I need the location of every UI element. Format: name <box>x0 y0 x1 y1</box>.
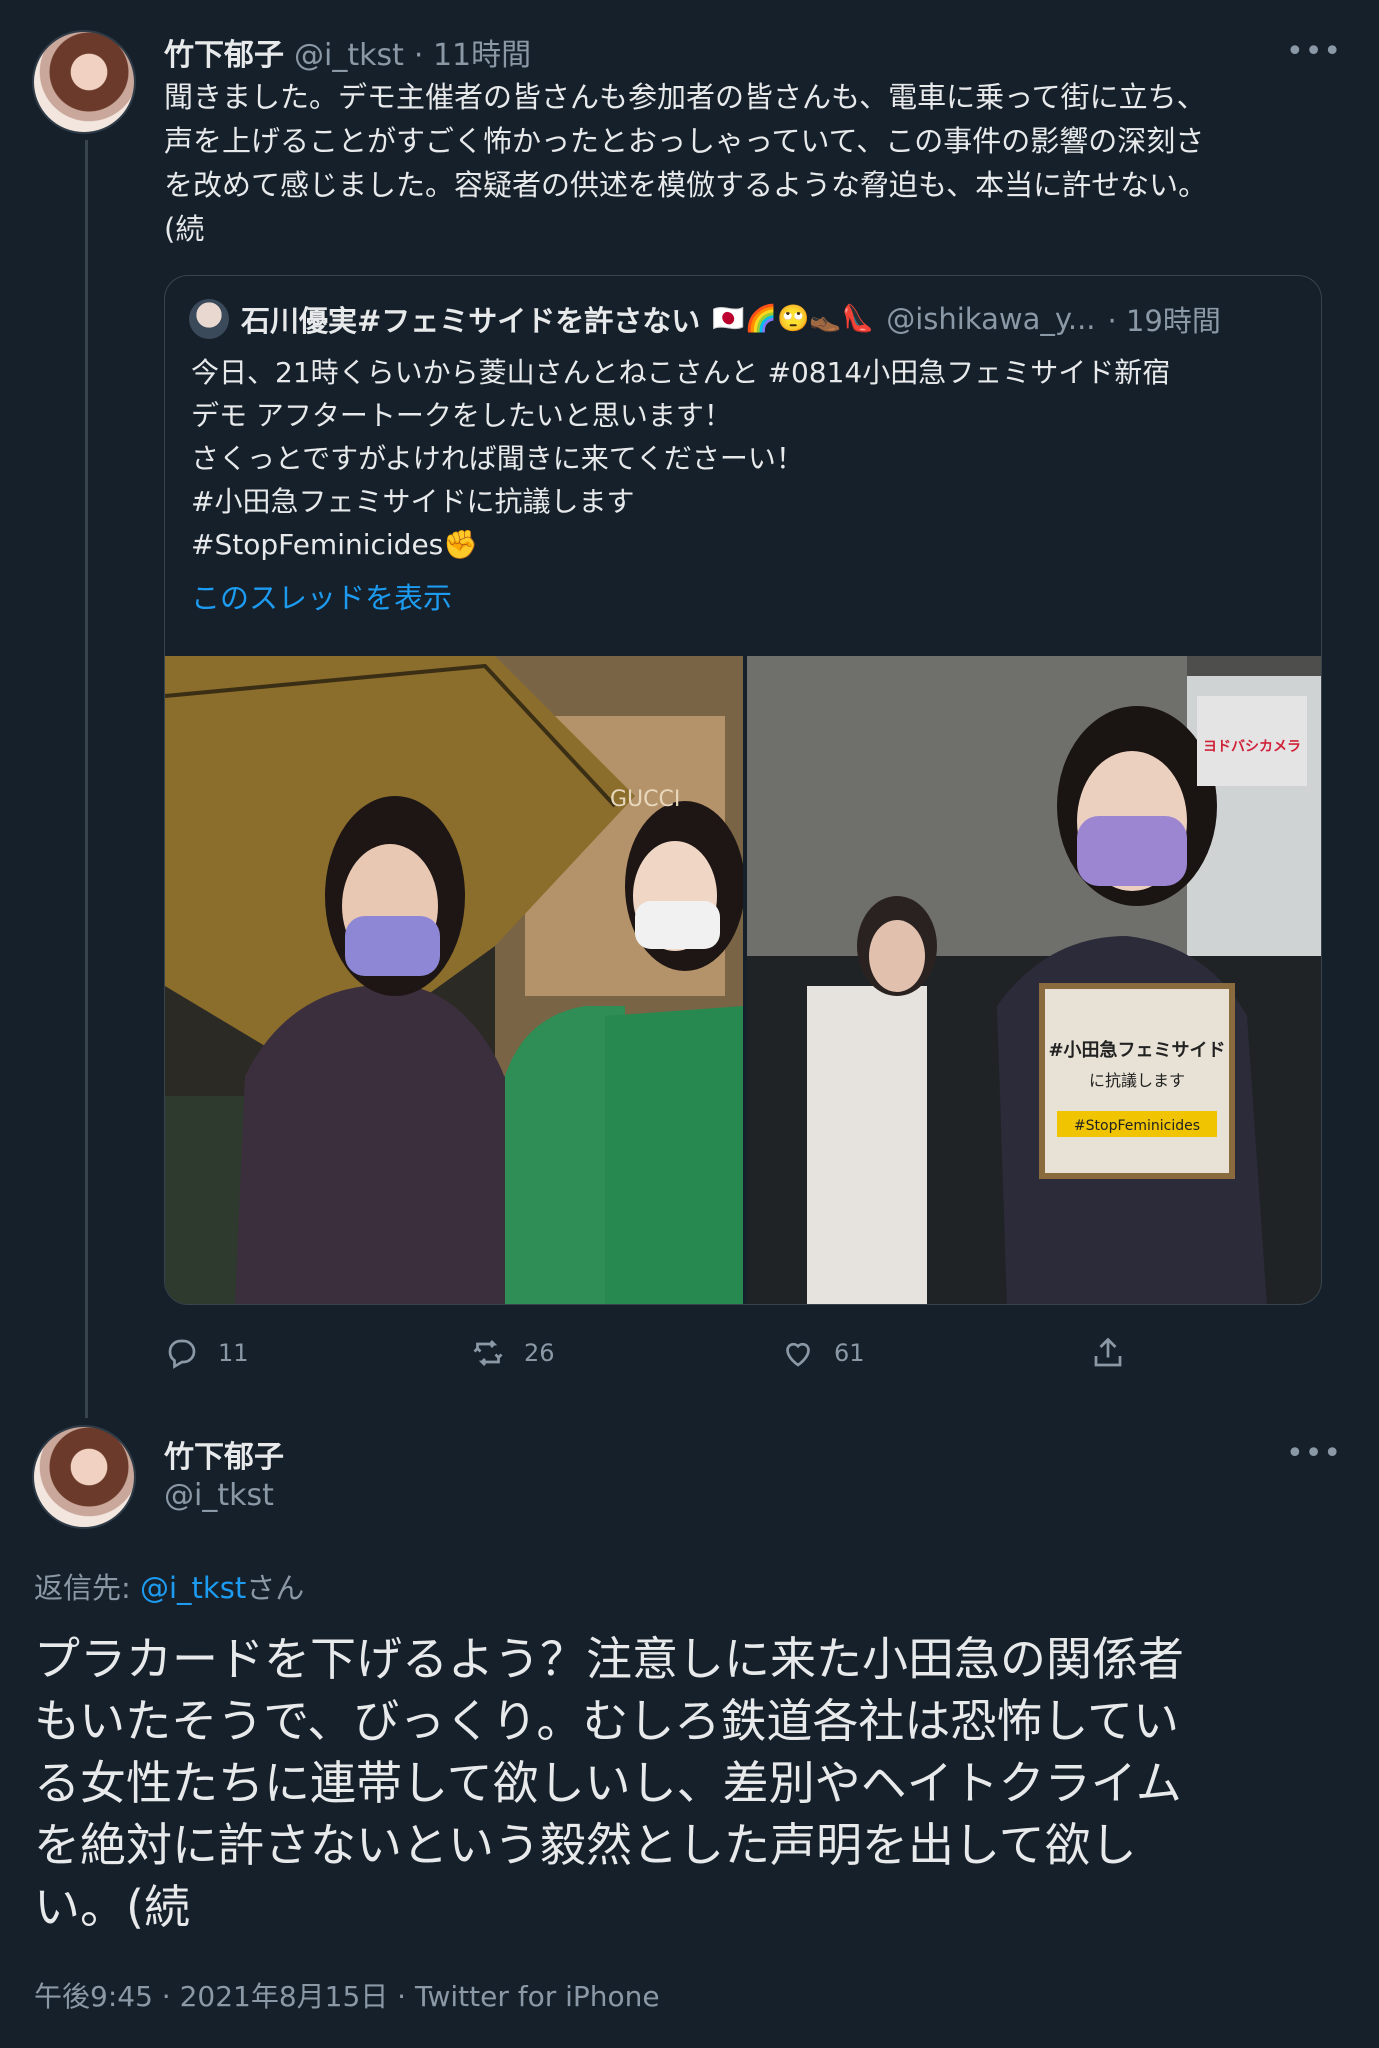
reply-to-link[interactable]: @i_tkst <box>140 1571 246 1605</box>
more-options-icon[interactable]: ••• <box>1286 1436 1342 1471</box>
photo-left[interactable]: GUCCI <box>165 656 743 1304</box>
author-handle[interactable]: @i_tkst <box>164 1478 274 1513</box>
like-count: 61 <box>834 1339 865 1367</box>
thread-connector <box>85 140 88 1418</box>
quote-body: 今日、21時くらいから菱山さんとねこさんと #0814小田急フェミサイド新宿 デ… <box>191 351 1301 620</box>
quote-author-emoji: 🇯🇵🌈🙄👞👠 <box>712 304 875 334</box>
raised-fist-icon: ✊ <box>443 528 479 561</box>
reply-button[interactable]: 11 <box>164 1335 249 1371</box>
tweet-time[interactable]: · 11時間 <box>414 30 531 74</box>
quoted-tweet[interactable]: 石川優実#フェミサイドを許さない 🇯🇵🌈🙄👞👠 @ishikawa_y... ·… <box>164 275 1322 1305</box>
tweet-metadata[interactable]: 午後9:45 · 2021年8月15日 · Twitter for iPhone <box>34 1975 660 2015</box>
photo-left-image: GUCCI <box>165 656 743 1304</box>
retweet-icon <box>473 1340 503 1366</box>
quote-time: · 19時間 <box>1107 304 1221 338</box>
avatar[interactable] <box>32 1425 136 1529</box>
reply-suffix: さん <box>246 1571 305 1605</box>
tweet-text: プラカードを下げるよう？注意しに来た小田急の関係者 もいたそうで、びっくり。むし… <box>34 1632 1184 1934</box>
author-handle[interactable]: @i_tkst <box>294 38 404 73</box>
show-thread-link[interactable]: このスレッドを表示 <box>191 576 1301 620</box>
photo-right-sign-line1: #小田急フェミサイド <box>1048 1039 1225 1061</box>
photo-right-sign-line2: に抗議します <box>1089 1071 1185 1090</box>
like-button[interactable]: 61 <box>780 1335 865 1371</box>
tweet-header: 竹下郁子 @i_tkst · 11時間 <box>164 30 531 74</box>
share-button[interactable] <box>1090 1335 1126 1371</box>
reply-count: 11 <box>218 1339 249 1367</box>
quote-text: 今日、21時くらいから菱山さんとねこさんと #0814小田急フェミサイド新宿 デ… <box>191 356 1171 561</box>
photo-right[interactable]: #小田急フェミサイド に抗議します #StopFeminicides ヨドバシカ… <box>747 656 1321 1304</box>
quote-author-handle: @ishikawa_y... <box>886 302 1096 336</box>
reply-icon <box>168 1339 196 1369</box>
photo-right-sign-tag: #StopFeminicides <box>1074 1118 1200 1134</box>
quote-header: 石川優実#フェミサイドを許さない 🇯🇵🌈🙄👞👠 @ishikawa_y... ·… <box>189 298 1221 340</box>
heart-icon <box>786 1342 810 1367</box>
photo-right-image: #小田急フェミサイド に抗議します #StopFeminicides ヨドバシカ… <box>747 656 1321 1304</box>
quote-avatar <box>189 299 229 339</box>
quote-author-name: 石川優実#フェミサイドを許さない <box>241 304 701 338</box>
photo-right-store-sign: ヨドバシカメラ <box>1203 739 1301 755</box>
more-options-icon[interactable]: ••• <box>1286 34 1342 69</box>
author-name[interactable]: 竹下郁子 <box>164 30 284 74</box>
retweet-button[interactable]: 26 <box>470 1335 555 1371</box>
reply-context: 返信先: @i_tkstさん <box>34 1565 304 1607</box>
photo-left-sign: GUCCI <box>610 787 680 812</box>
author-name[interactable]: 竹下郁子 <box>164 1432 284 1476</box>
retweet-count: 26 <box>524 1339 555 1367</box>
tweet-text: 聞きました。デモ主催者の皆さんも参加者の皆さんも、電車に乗って街に立ち、 声を上… <box>164 80 1208 246</box>
reply-prefix: 返信先: <box>34 1571 140 1605</box>
avatar[interactable] <box>32 30 136 134</box>
share-icon <box>1094 1337 1122 1367</box>
